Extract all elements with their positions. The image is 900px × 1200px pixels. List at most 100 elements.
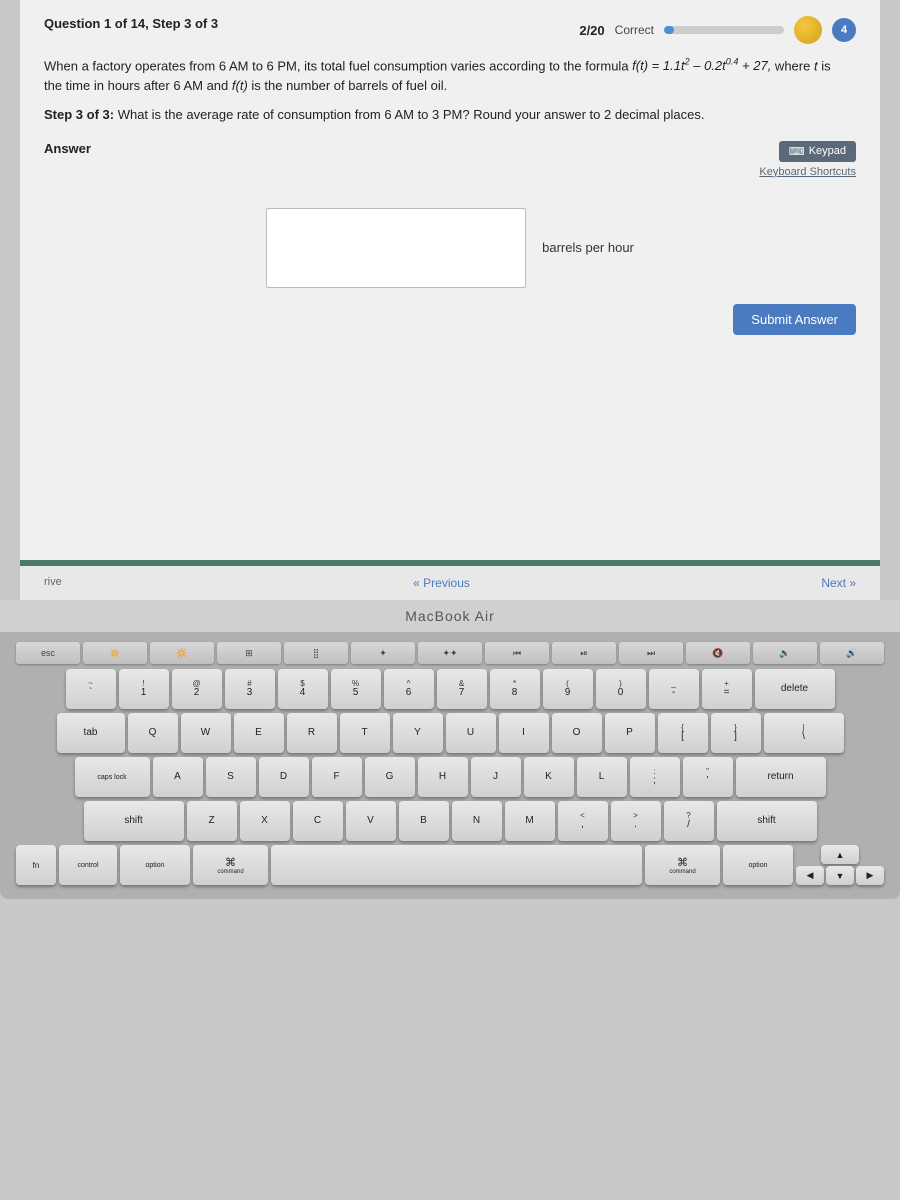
key-z[interactable]: Z: [187, 801, 237, 841]
fn-key-f9[interactable]: ⏭: [619, 642, 683, 664]
key-caps-lock[interactable]: caps lock: [75, 757, 150, 797]
bottom-nav: rive « Previous Next »: [20, 566, 880, 600]
correct-label: Correct: [615, 23, 654, 37]
key-q[interactable]: Q: [128, 713, 178, 753]
key-return[interactable]: return: [736, 757, 826, 797]
key-left-command[interactable]: ⌘ command: [193, 845, 268, 885]
key-left-bracket[interactable]: {[: [658, 713, 708, 753]
previous-link[interactable]: « Previous: [413, 576, 470, 590]
fn-key-escape[interactable]: esc: [16, 642, 80, 664]
progress-fraction: 2/20: [579, 23, 604, 38]
key-y[interactable]: Y: [393, 713, 443, 753]
key-l[interactable]: L: [577, 757, 627, 797]
key-6[interactable]: ^6: [384, 669, 434, 709]
key-arrow-up[interactable]: ▲: [821, 845, 859, 864]
key-p[interactable]: P: [605, 713, 655, 753]
key-left-shift[interactable]: shift: [84, 801, 184, 841]
key-w[interactable]: W: [181, 713, 231, 753]
fn-key-f10[interactable]: 🔇: [686, 642, 750, 664]
zxcv-row: shift Z X C V B N M <, >. ?/ shift: [16, 801, 884, 841]
fn-key-f12[interactable]: 🔊: [820, 642, 884, 664]
keyboard: esc 🔅 🔆 ⊞ ⣿ ✦ ✦✦ ⏮ ⏯ ⏭ 🔇: [0, 632, 900, 899]
key-slash[interactable]: ?/: [664, 801, 714, 841]
key-control[interactable]: control: [59, 845, 117, 885]
key-3[interactable]: #3: [225, 669, 275, 709]
answer-section: Answer ⌨ Keypad Keyboard Shortcuts barre…: [44, 141, 856, 288]
key-7[interactable]: &7: [437, 669, 487, 709]
key-5[interactable]: %5: [331, 669, 381, 709]
key-fn[interactable]: fn: [16, 845, 56, 885]
key-j[interactable]: J: [471, 757, 521, 797]
key-1[interactable]: !1: [119, 669, 169, 709]
key-v[interactable]: V: [346, 801, 396, 841]
bottom-row: fn control option ⌘ command ⌘ command op…: [16, 845, 884, 885]
key-quote[interactable]: "': [683, 757, 733, 797]
key-k[interactable]: K: [524, 757, 574, 797]
key-0[interactable]: )0: [596, 669, 646, 709]
key-right-option[interactable]: option: [723, 845, 793, 885]
key-arrow-down[interactable]: ▼: [826, 866, 854, 885]
header-row: Question 1 of 14, Step 3 of 3 2/20 Corre…: [44, 16, 856, 44]
key-delete[interactable]: delete: [755, 669, 835, 709]
asdf-row: caps lock A S D F G H J K L :; "' return: [16, 757, 884, 797]
key-right-bracket[interactable]: }]: [711, 713, 761, 753]
fn-key-f7[interactable]: ⏮: [485, 642, 549, 664]
key-m[interactable]: M: [505, 801, 555, 841]
key-t[interactable]: T: [340, 713, 390, 753]
answer-label: Answer: [44, 141, 91, 156]
key-semicolon[interactable]: :;: [630, 757, 680, 797]
fn-key-f2[interactable]: 🔆: [150, 642, 214, 664]
macbook-label: MacBook Air: [0, 600, 900, 632]
key-space[interactable]: [271, 845, 642, 885]
key-rows: ~` !1 @2 #3 $4 %5 ^6 &7 *8 (9 )0 _- += d…: [16, 669, 884, 885]
fn-key-f3[interactable]: ⊞: [217, 642, 281, 664]
key-h[interactable]: H: [418, 757, 468, 797]
fn-key-f11[interactable]: 🔉: [753, 642, 817, 664]
key-backslash[interactable]: |\: [764, 713, 844, 753]
key-b[interactable]: B: [399, 801, 449, 841]
key-equals[interactable]: +=: [702, 669, 752, 709]
content-area: Question 1 of 14, Step 3 of 3 2/20 Corre…: [20, 0, 880, 560]
key-f[interactable]: F: [312, 757, 362, 797]
key-right-command[interactable]: ⌘ command: [645, 845, 720, 885]
ft-var: f(t): [232, 78, 248, 93]
submit-row: Submit Answer: [44, 288, 856, 343]
key-e[interactable]: E: [234, 713, 284, 753]
answer-input-box[interactable]: [266, 208, 526, 288]
key-arrow-right[interactable]: ▶: [856, 866, 884, 885]
fn-key-f6[interactable]: ✦✦: [418, 642, 482, 664]
key-d[interactable]: D: [259, 757, 309, 797]
key-r[interactable]: R: [287, 713, 337, 753]
key-2[interactable]: @2: [172, 669, 222, 709]
key-u[interactable]: U: [446, 713, 496, 753]
key-c[interactable]: C: [293, 801, 343, 841]
key-i[interactable]: I: [499, 713, 549, 753]
keypad-button[interactable]: ⌨ Keypad: [779, 141, 856, 162]
next-link[interactable]: Next »: [821, 576, 856, 590]
key-8[interactable]: *8: [490, 669, 540, 709]
key-4[interactable]: $4: [278, 669, 328, 709]
key-backtick[interactable]: ~`: [66, 669, 116, 709]
key-left-option[interactable]: option: [120, 845, 190, 885]
coin-icon: [794, 16, 822, 44]
fn-key-f4[interactable]: ⣿: [284, 642, 348, 664]
key-g[interactable]: G: [365, 757, 415, 797]
key-tab[interactable]: tab: [57, 713, 125, 753]
key-period[interactable]: >.: [611, 801, 661, 841]
submit-button[interactable]: Submit Answer: [733, 304, 856, 335]
qwerty-row: tab Q W E R T Y U I O P {[ }] |\: [16, 713, 884, 753]
fn-key-f5[interactable]: ✦: [351, 642, 415, 664]
key-right-shift[interactable]: shift: [717, 801, 817, 841]
key-n[interactable]: N: [452, 801, 502, 841]
key-a[interactable]: A: [153, 757, 203, 797]
keyboard-shortcuts-link[interactable]: Keyboard Shortcuts: [759, 166, 856, 178]
key-s[interactable]: S: [206, 757, 256, 797]
key-9[interactable]: (9: [543, 669, 593, 709]
key-o[interactable]: O: [552, 713, 602, 753]
key-minus[interactable]: _-: [649, 669, 699, 709]
fn-key-f8[interactable]: ⏯: [552, 642, 616, 664]
key-comma[interactable]: <,: [558, 801, 608, 841]
key-arrow-left[interactable]: ◀: [796, 866, 824, 885]
key-x[interactable]: X: [240, 801, 290, 841]
fn-key-f1[interactable]: 🔅: [83, 642, 147, 664]
